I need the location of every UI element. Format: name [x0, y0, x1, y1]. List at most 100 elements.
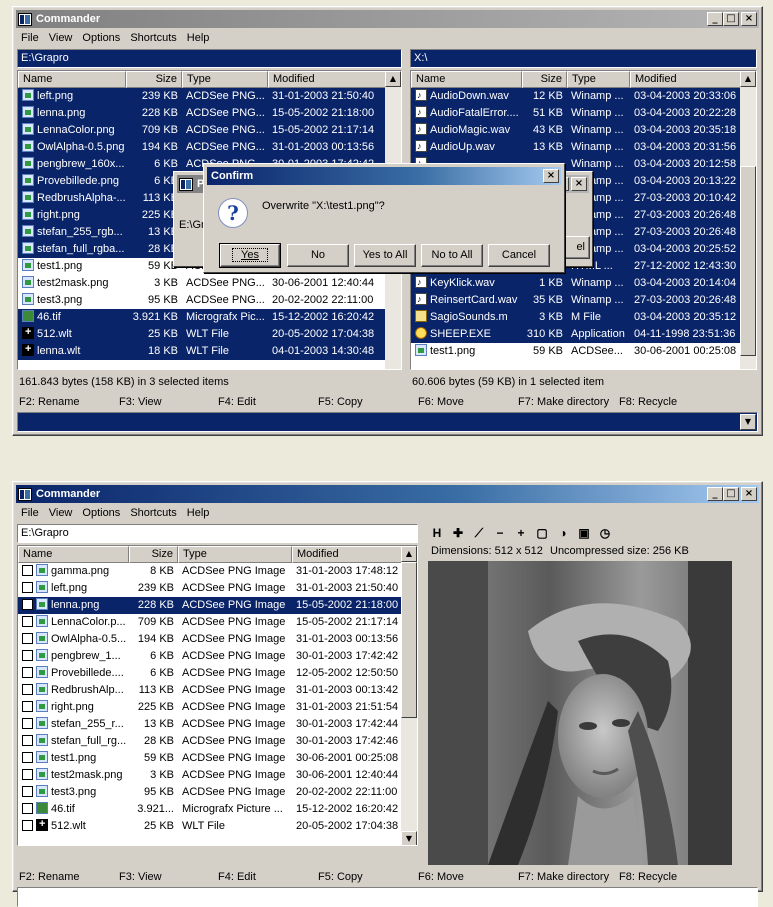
col-name[interactable]: Name — [18, 71, 126, 88]
file-row[interactable]: Provebillede.... 6 KB ACDSee PNG Image 12-0… — [18, 665, 403, 682]
close-button[interactable]: × — [543, 169, 559, 183]
cancel-button[interactable]: Cancel — [488, 244, 550, 267]
select-checkbox[interactable] — [22, 633, 33, 644]
scroll-up-button[interactable]: ▲ — [385, 71, 401, 87]
file-row[interactable]: stefan_full_rg... 28 KB ACDSee PNG Image 30… — [18, 733, 403, 750]
maximize-button[interactable]: □ — [723, 12, 739, 26]
f7-make-directory-button[interactable]: F7: Make directory — [518, 869, 609, 885]
right-scrollbar[interactable]: ▲ — [740, 71, 756, 369]
file-row[interactable]: test1.png 59 KB ACDSee PNG Image 30-06-2001… — [18, 750, 403, 767]
file-row[interactable]: OwlAlpha-0.5.png 194 KB ACDSee PNG... 31-01… — [18, 139, 386, 156]
right-path-bar[interactable]: X:\ — [410, 49, 757, 68]
file-row[interactable]: test3.png 95 KB ACDSee PNG... 20-02-2002 22… — [18, 292, 386, 309]
f2-rename-button[interactable]: F2: Rename — [19, 394, 80, 410]
file-row[interactable]: ReinsertCard.wav 35 KB Winamp ... 27-03-200… — [411, 292, 742, 309]
file-row[interactable]: 46.tif 3.921... Micrografx Picture ... 15-1… — [18, 801, 403, 818]
scroll-thumb[interactable] — [740, 166, 756, 356]
select-checkbox[interactable] — [22, 701, 33, 712]
plus-icon[interactable]: ✚ — [449, 524, 467, 542]
command-line[interactable] — [17, 887, 758, 907]
scroll-up-button[interactable]: ▲ — [740, 71, 756, 87]
file-row[interactable]: test2mask.png 3 KB ACDSee PNG... 30-06-2001… — [18, 275, 386, 292]
select-checkbox[interactable] — [22, 718, 33, 729]
col-modified[interactable]: Modified — [268, 71, 386, 88]
file-row[interactable]: KeyKlick.wav 1 KB Winamp ... 03-04-2003 20:… — [411, 275, 742, 292]
path-bar[interactable]: E:\Grapro — [17, 524, 418, 543]
col-size[interactable]: Size — [522, 71, 567, 88]
select-checkbox[interactable] — [22, 599, 33, 610]
menu-options[interactable]: Options — [77, 507, 125, 519]
f2-rename-button[interactable]: F2: Rename — [19, 869, 80, 885]
f6-move-button[interactable]: F6: Move — [418, 394, 464, 410]
file-row[interactable]: left.png 239 KB ACDSee PNG... 31-01-2003 21… — [18, 88, 386, 105]
menu-file[interactable]: File — [16, 32, 44, 44]
menu-help[interactable]: Help — [182, 32, 215, 44]
f5-copy-button[interactable]: F5: Copy — [318, 394, 363, 410]
col-type[interactable]: Type — [567, 71, 630, 88]
col-size[interactable]: Size — [129, 546, 178, 563]
file-row[interactable]: left.png 239 KB ACDSee PNG Image 31-01-2003… — [18, 580, 403, 597]
menu-help[interactable]: Help — [182, 507, 215, 519]
col-modified[interactable]: Modified — [630, 71, 742, 88]
col-modified[interactable]: Modified — [292, 546, 403, 563]
no-to-all-button[interactable]: No to All — [421, 244, 483, 267]
menu-file[interactable]: File — [16, 507, 44, 519]
file-row[interactable]: 46.tif 3.921 KB Micrografx Pic... 15-12-200… — [18, 309, 386, 326]
f4-edit-button[interactable]: F4: Edit — [218, 869, 256, 885]
f5-copy-button[interactable]: F5: Copy — [318, 869, 363, 885]
file-scrollbar[interactable]: ▲ ▼ — [401, 546, 417, 845]
select-checkbox[interactable] — [22, 769, 33, 780]
close-button[interactable]: × — [741, 487, 757, 501]
col-name[interactable]: Name — [411, 71, 522, 88]
select-checkbox[interactable] — [22, 565, 33, 576]
col-type[interactable]: Type — [178, 546, 292, 563]
select-checkbox[interactable] — [22, 582, 33, 593]
file-row[interactable]: test3.png 95 KB ACDSee PNG Image 20-02-2002… — [18, 784, 403, 801]
select-checkbox[interactable] — [22, 786, 33, 797]
command-line[interactable]: ▼ — [17, 412, 758, 432]
curve-icon[interactable]: ⟋ — [470, 524, 488, 542]
f3-view-button[interactable]: F3: View — [119, 394, 162, 410]
select-checkbox[interactable] — [22, 820, 33, 831]
no-button[interactable]: No — [287, 244, 349, 267]
select-checkbox[interactable] — [22, 650, 33, 661]
scroll-up-button[interactable]: ▲ — [401, 546, 417, 562]
file-panel[interactable]: Name Size Type Modified gamma.png 8 KB ACD… — [17, 545, 418, 846]
h-icon[interactable]: H — [428, 524, 446, 542]
select-checkbox[interactable] — [22, 616, 33, 627]
select-checkbox[interactable] — [22, 667, 33, 678]
file-row[interactable]: 512.wlt 25 KB WLT File 20-05-2002 17:04:38 — [18, 818, 403, 835]
select-checkbox[interactable] — [22, 735, 33, 746]
file-row[interactable]: LennaColor.png 709 KB ACDSee PNG... 15-05-2… — [18, 122, 386, 139]
scroll-down-button[interactable]: ▼ — [401, 831, 417, 845]
f8-recycle-button[interactable]: F8: Recycle — [619, 869, 677, 885]
file-row[interactable]: stefan_255_r... 13 KB ACDSee PNG Image 30-0… — [18, 716, 403, 733]
zoom-in-icon[interactable]: + — [512, 524, 530, 542]
contrast-icon[interactable]: ◑ — [554, 524, 572, 542]
select-checkbox[interactable] — [22, 684, 33, 695]
file-row[interactable]: right.png 225 KB ACDSee PNG Image 31-01-200… — [18, 699, 403, 716]
file-row[interactable]: lenna.wlt 18 KB WLT File 04-01-2003 14:30:4… — [18, 343, 386, 360]
file-row[interactable]: AudioFatalError.... 51 KB Winamp ... 03-04-… — [411, 105, 742, 122]
preview-scrollbar[interactable] — [734, 561, 750, 865]
minimize-button[interactable]: _ — [707, 12, 723, 26]
timer-icon[interactable]: ◷ — [596, 524, 614, 542]
file-row[interactable]: gamma.png 8 KB ACDSee PNG Image 31-01-2003 … — [18, 563, 403, 580]
yes-to-all-button[interactable]: Yes to All — [354, 244, 416, 267]
file-row[interactable]: pengbrew_1... 6 KB ACDSee PNG Image 30-01-2… — [18, 648, 403, 665]
file-row[interactable]: lenna.png 228 KB ACDSee PNG... 15-05-2002 2… — [18, 105, 386, 122]
file-row[interactable]: AudioDown.wav 12 KB Winamp ... 03-04-2003 2… — [411, 88, 742, 105]
file-row[interactable]: RedbrushAlp... 113 KB ACDSee PNG Image 31-0… — [18, 682, 403, 699]
f4-edit-button[interactable]: F4: Edit — [218, 394, 256, 410]
menu-shortcuts[interactable]: Shortcuts — [125, 32, 181, 44]
menu-options[interactable]: Options — [77, 32, 125, 44]
fit-window-icon[interactable]: ▢ — [533, 524, 551, 542]
col-size[interactable]: Size — [126, 71, 182, 88]
confirm-title-bar[interactable]: Confirm × — [207, 167, 561, 185]
file-row[interactable]: SagioSounds.m 3 KB M File 03-04-2003 20:35:… — [411, 309, 742, 326]
maximize-button[interactable]: □ — [723, 487, 739, 501]
f6-move-button[interactable]: F6: Move — [418, 869, 464, 885]
menu-shortcuts[interactable]: Shortcuts — [125, 507, 181, 519]
f7-make-directory-button[interactable]: F7: Make directory — [518, 394, 609, 410]
file-row[interactable]: lenna.png 228 KB ACDSee PNG Image 15-05-200… — [18, 597, 403, 614]
